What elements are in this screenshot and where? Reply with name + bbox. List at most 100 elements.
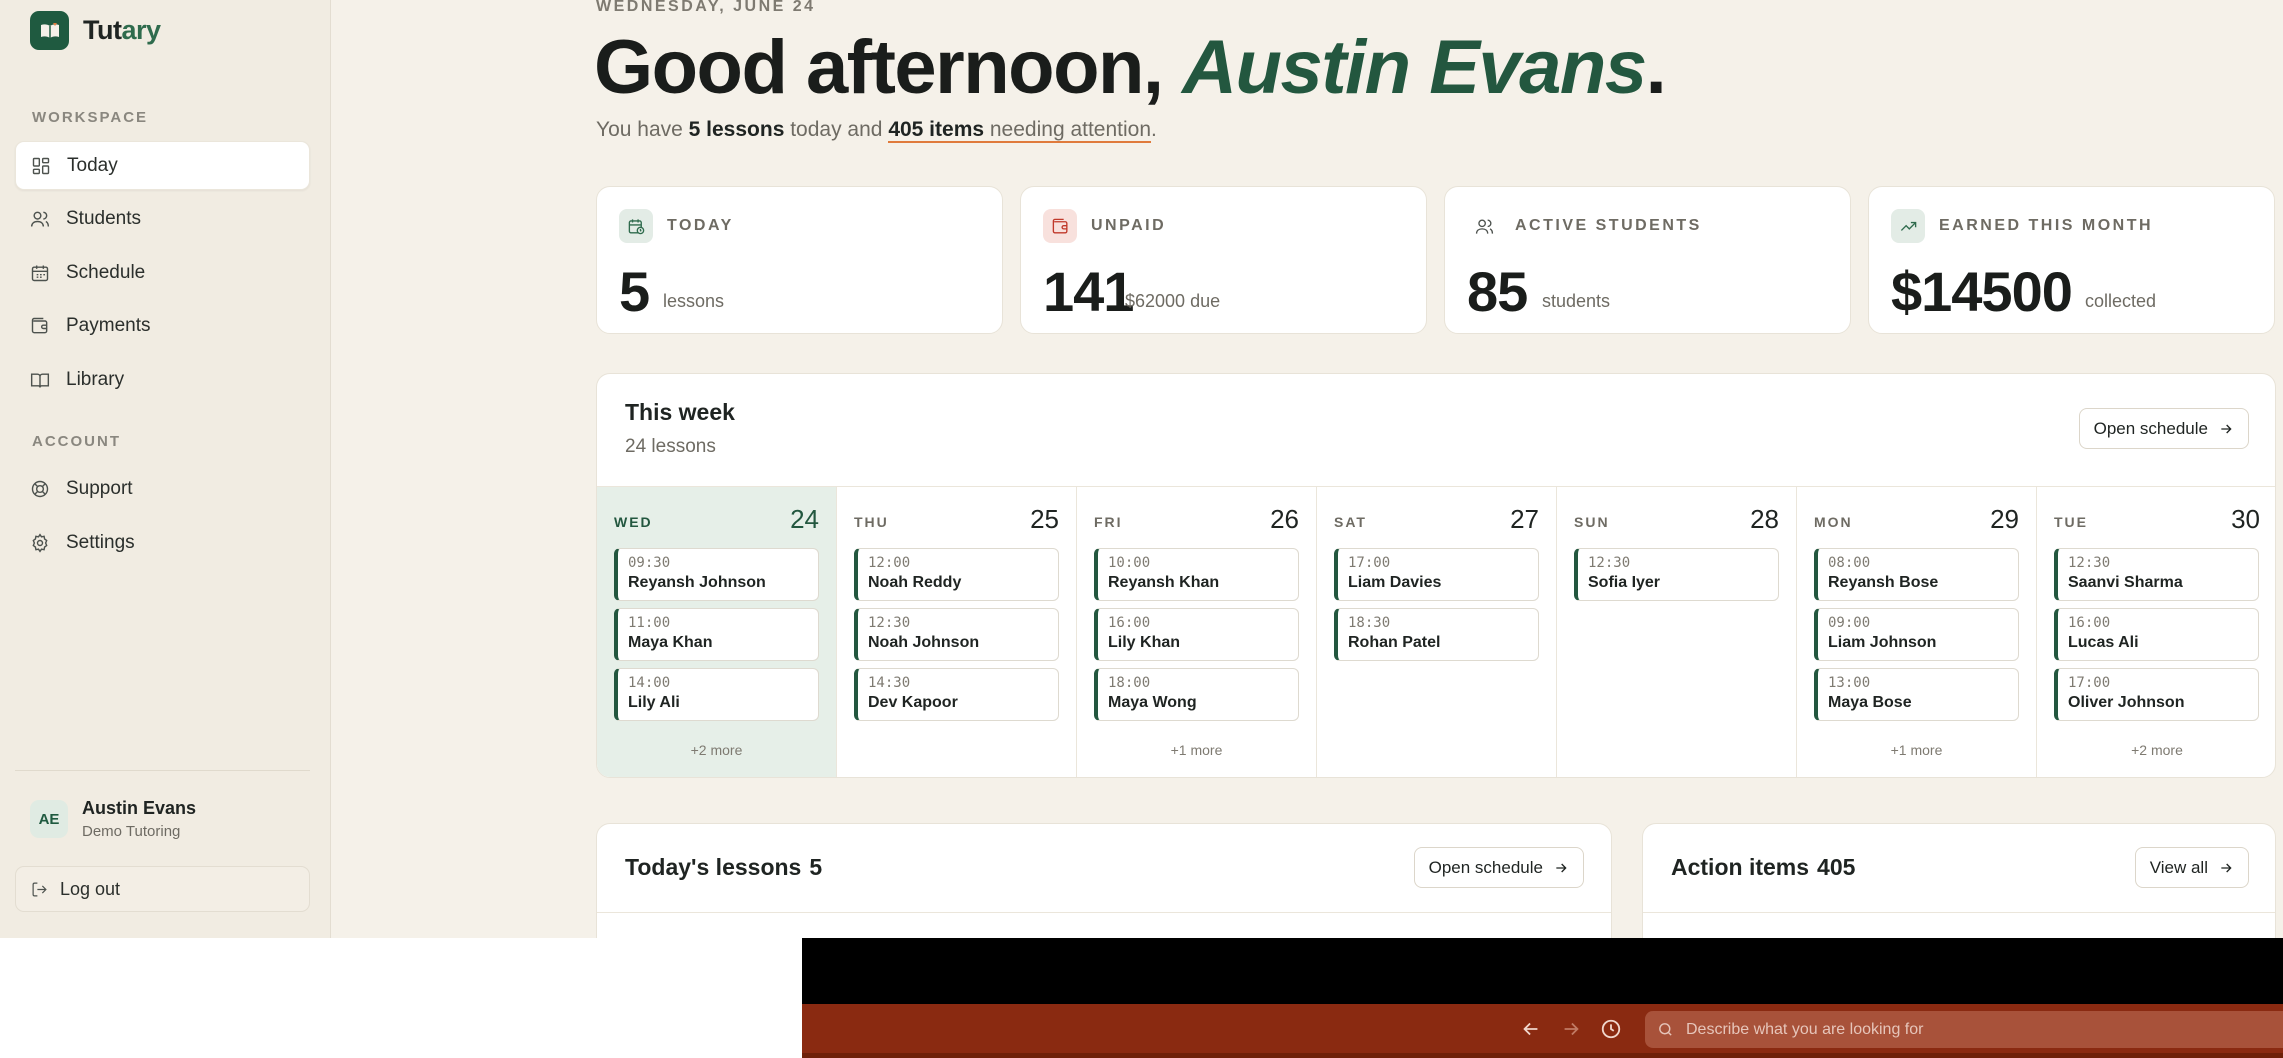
account-section-label: ACCOUNT [32,433,121,450]
day-name: MON [1814,514,1853,530]
lesson-card[interactable]: 13:00 Maya Bose [1814,668,2019,721]
lesson-count: 5 [809,854,823,880]
open-schedule-button[interactable]: Open schedule [2078,408,2249,449]
lesson-card[interactable]: 10:00 Reyansh Khan [1094,548,1299,601]
lesson-card[interactable]: 09:30 Reyansh Johnson [614,548,819,601]
day-name: FRI [1094,514,1123,530]
lesson-card[interactable]: 18:30 Rohan Patel [1334,608,1539,661]
trending-up-icon [1891,209,1925,243]
open-schedule-button[interactable]: Open schedule [1413,847,1584,888]
day-name: SUN [1574,514,1610,530]
action-count: 405 [1817,854,1856,880]
lesson-card[interactable]: 16:00 Lucas Ali [2054,608,2259,661]
sidebar-item-label: Library [66,368,125,390]
day-name: TUE [2054,514,2088,530]
lesson-card[interactable]: 08:00 Reyansh Bose [1814,548,2019,601]
sidebar-item-label: Today [67,154,118,176]
sidebar-item-label: Payments [66,314,151,336]
lesson-card[interactable]: 12:30 Saanvi Sharma [2054,548,2259,601]
sidebar-item-schedule[interactable]: Schedule [15,248,310,297]
current-date: WEDNESDAY, JUNE 24 [596,0,816,15]
page-title: Good afternoon, Austin Evans. [594,25,1667,110]
sidebar-item-payments[interactable]: Payments [15,301,310,350]
wallet-icon [31,317,48,333]
forward-arrow-icon[interactable] [1560,1018,1584,1042]
lesson-card[interactable]: 12:00 Noah Reddy [854,548,1059,601]
search-input[interactable]: Describe what you are looking for [1645,1011,2283,1048]
day-column-fri[interactable]: FRI 26 10:00 Reyansh Khan 16:00 Lily Khan … [1077,487,1317,777]
day-number: 24 [790,504,819,534]
stat-card-active-students[interactable]: ACTIVE STUDENTS 85 students [1444,186,1851,334]
arrow-right-icon [2221,863,2232,872]
logout-icon [32,882,47,896]
panel-title: Today's lessons 5 [625,854,823,880]
calendar-icon [31,265,49,281]
week-lesson-count: 24 lessons [625,436,716,457]
stat-label: UNPAID [1091,217,1167,234]
grid-icon [32,157,50,174]
day-column-sat[interactable]: SAT 27 17:00 Liam Davies 18:30 Rohan Patel [1317,487,1557,777]
arrow-right-icon [1556,863,1567,872]
sidebar-item-label: Students [66,207,141,229]
attention-link[interactable]: 405 items needing attention [888,118,1152,143]
user-card[interactable]: AE Austin Evans Demo Tutoring [30,798,196,840]
day-name: SAT [1334,514,1367,530]
week-title: This week [625,399,735,425]
day-column-tue[interactable]: TUE 30 12:30 Saanvi Sharma 16:00 Lucas Ali… [2037,487,2275,777]
brand[interactable]: Tutary [30,11,161,50]
more-lessons-link[interactable]: +2 more [597,742,836,758]
week-panel: This week 24 lessons Open schedule WED 2… [596,373,2276,778]
sidebar-item-label: Support [66,477,133,499]
lesson-card[interactable]: 17:00 Oliver Johnson [2054,668,2259,721]
sidebar-item-support[interactable]: Support [15,464,310,513]
stat-value: 141 [1043,260,1134,323]
black-region [802,938,2283,1004]
back-arrow-icon[interactable] [1520,1018,1544,1042]
lesson-card[interactable]: 17:00 Liam Davies [1334,548,1539,601]
more-lessons-link[interactable]: +1 more [1797,742,2036,758]
history-icon[interactable] [1600,1018,1624,1042]
users-icon [1467,209,1501,243]
day-column-sun[interactable]: SUN 28 12:30 Sofia Iyer [1557,487,1797,777]
more-lessons-link[interactable]: +2 more [2037,742,2275,758]
sidebar-item-students[interactable]: Students [15,194,310,243]
logout-button[interactable]: Log out [15,866,310,912]
lesson-card[interactable]: 12:30 Sofia Iyer [1574,548,1779,601]
arrow-right-icon [2221,424,2232,433]
view-all-button[interactable]: View all [2134,847,2249,888]
day-name: THU [854,514,889,530]
lesson-card[interactable]: 18:00 Maya Wong [1094,668,1299,721]
lesson-card[interactable]: 14:30 Dev Kapoor [854,668,1059,721]
sidebar-item-today[interactable]: Today [15,141,310,190]
stat-card-today[interactable]: TODAY 5 lessons [596,186,1003,334]
day-name: WED [614,514,653,530]
lesson-card[interactable]: 11:00 Maya Khan [614,608,819,661]
stat-value: $14500 [1891,260,2073,323]
day-column-wed[interactable]: WED 24 09:30 Reyansh Johnson 11:00 Maya Kh… [597,487,837,777]
lesson-card[interactable]: 16:00 Lily Khan [1094,608,1299,661]
panel-title: Action items 405 [1671,854,1856,880]
day-number: 25 [1030,504,1059,534]
day-column-thu[interactable]: THU 25 12:00 Noah Reddy 12:30 Noah Johnson… [837,487,1077,777]
lesson-card[interactable]: 14:00 Lily Ali [614,668,819,721]
book-open-icon [30,11,69,50]
logout-label: Log out [60,878,121,899]
user-name: Austin Evans [82,798,197,818]
more-lessons-link[interactable]: +1 more [1077,742,1316,758]
wallet-icon [1043,209,1077,243]
sidebar-item-library[interactable]: Library [15,355,310,404]
stat-card-unpaid[interactable]: UNPAID 141 $62000 due [1020,186,1427,334]
gear-icon [32,532,48,553]
lesson-card[interactable]: 12:30 Noah Johnson [854,608,1059,661]
stat-label: TODAY [667,217,734,234]
sidebar: Tutary WORKSPACE Today Students Schedule… [0,0,331,938]
day-column-mon[interactable]: MON 29 08:00 Reyansh Bose 09:00 Liam Johns… [1797,487,2037,777]
sidebar-item-settings[interactable]: Settings [15,518,310,567]
stat-label: EARNED THIS MONTH [1939,217,2154,234]
stat-card-earned[interactable]: EARNED THIS MONTH $14500 collected [1868,186,2275,334]
stat-sub: collected [2085,291,2157,311]
day-number: 30 [2231,504,2260,534]
week-grid: WED 24 09:30 Reyansh Johnson 11:00 Maya Kh… [597,486,2275,777]
workspace-section-label: WORKSPACE [32,109,149,126]
lesson-card[interactable]: 09:00 Liam Johnson [1814,608,2019,661]
